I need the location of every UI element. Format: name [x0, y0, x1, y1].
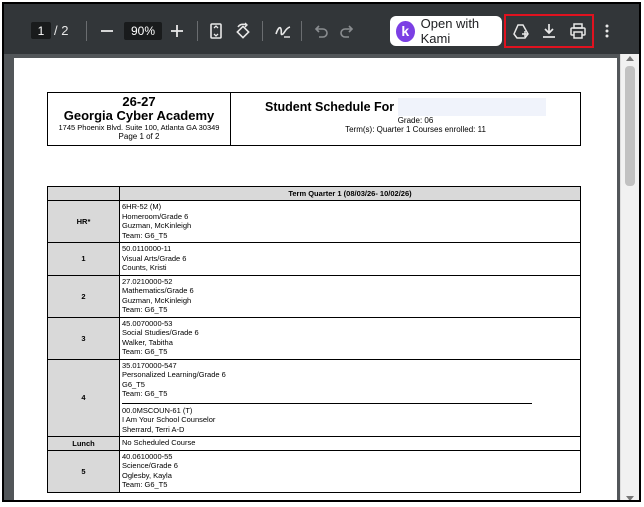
course-line: 27.0210000-52 — [122, 276, 173, 286]
table-row: 4 35.0170000-547 Personalized Learning/Gra… — [47, 358, 581, 437]
save-to-drive-icon[interactable] — [510, 20, 532, 42]
toolbar-divider — [262, 21, 263, 41]
course-line: Walker, Tabitha — [122, 337, 173, 347]
course-line: Counts, Kristi — [122, 263, 167, 272]
course-line: Sherrard, Terri A-D — [122, 424, 185, 434]
course-line: Team: G6_T5 — [122, 305, 168, 314]
undo-icon[interactable] — [310, 20, 332, 42]
secondary-course: 00.0MSCOUN-61 (T) I Am Your School Counse… — [122, 402, 532, 435]
zoom-out-icon[interactable] — [96, 20, 118, 42]
vertical-scrollbar[interactable] — [620, 54, 639, 500]
open-with-kami-label: Open with Kami — [420, 16, 480, 46]
period-cell: 5 — [47, 449, 120, 493]
school-year: 26-27 — [122, 94, 156, 109]
toolbar-divider — [86, 21, 87, 41]
more-options-icon[interactable] — [596, 20, 618, 42]
period-cell: HR* — [47, 200, 120, 243]
course-line: 6HR-52 (M) — [122, 202, 162, 211]
course-line: Social Studies/Grade 6 — [122, 328, 199, 337]
period-cell: 2 — [47, 274, 120, 318]
course-line: Mathematics/Grade 6 — [122, 286, 194, 295]
course-line: Oglesby, Kayla — [122, 470, 172, 480]
pdf-toolbar: 1 / 2 90% k Open with Kami — [4, 4, 639, 54]
course-line: Team: G6_T5 — [122, 230, 168, 240]
schedule-title: Student Schedule For — [265, 100, 395, 114]
course-line: 35.0170000-547 — [122, 360, 177, 370]
schedule-header: 26-27 Georgia Cyber Academy 1745 Phoenix… — [47, 92, 581, 146]
course-line: Guzman, McKinleigh — [122, 221, 192, 230]
table-row: 3 45.0070000-53 Social Studies/Grade 6 Walk… — [47, 316, 581, 360]
table-row: 1 50.0110000-11 Visual Arts/Grade 6 Counts,… — [47, 242, 581, 276]
zoom-in-icon[interactable] — [166, 20, 188, 42]
course-info-cell: 45.0070000-53 Social Studies/Grade 6 Walke… — [119, 316, 581, 360]
pdf-page: 26-27 Georgia Cyber Academy 1745 Phoenix… — [14, 58, 617, 500]
course-info-cell: 27.0210000-52 Mathematics/Grade 6 Guzman, … — [119, 274, 581, 318]
student-grade: Grade: 06 — [397, 116, 434, 125]
course-line: 45.0070000-53 — [122, 318, 173, 328]
pdf-viewer-window: 1 / 2 90% k Open with Kami 26-27 Georgia… — [2, 2, 641, 502]
document-viewport: 26-27 Georgia Cyber Academy 1745 Phoenix… — [4, 54, 639, 500]
course-line: I Am Your School Counselor — [122, 415, 216, 424]
course-line: Science/Grade 6 — [122, 461, 178, 470]
schedule-table: Term Quarter 1 (08/03/26- 10/02/26) HR* 6… — [47, 186, 581, 493]
course-info-cell: 35.0170000-547 Personalized Learning/Grad… — [119, 358, 581, 437]
redacted-student-name — [398, 98, 546, 116]
school-name: Georgia Cyber Academy — [63, 108, 215, 123]
course-line: G6_T5 — [122, 379, 145, 389]
student-info: Student Schedule For Grade: 06 Term(s): … — [231, 93, 580, 145]
course-info-cell: No Scheduled Course — [119, 436, 581, 451]
course-line: Team: G6_T5 — [122, 347, 168, 356]
fit-to-page-icon[interactable] — [205, 20, 227, 42]
scroll-up-icon[interactable] — [626, 56, 634, 61]
course-line: 40.0610000-55 — [122, 451, 173, 461]
toolbar-divider — [197, 21, 198, 41]
course-line: No Scheduled Course — [122, 438, 196, 447]
page-total: / 2 — [54, 23, 69, 38]
table-row: 5 40.0610000-55 Science/Grade 6 Oglesby, Ka… — [47, 449, 581, 493]
scroll-down-icon[interactable] — [626, 496, 634, 500]
period-header-cell — [47, 186, 120, 201]
course-info-cell: 6HR-52 (M) Homeroom/Grade 6 Guzman, McKinl… — [119, 200, 581, 243]
course-line: Team: G6_T5 — [122, 389, 168, 398]
school-info: 26-27 Georgia Cyber Academy 1745 Phoenix… — [48, 93, 231, 145]
open-with-kami-button[interactable]: k Open with Kami — [390, 16, 502, 46]
table-row: Lunch No Scheduled Course — [47, 436, 581, 451]
period-cell: 1 — [47, 242, 120, 276]
rotate-icon[interactable] — [232, 20, 254, 42]
page-label: Page 1 of 2 — [118, 132, 160, 141]
kami-logo-icon: k — [396, 20, 415, 42]
redo-icon[interactable] — [336, 20, 358, 42]
draw-annotation-icon[interactable] — [272, 20, 294, 42]
table-header-row: Term Quarter 1 (08/03/26- 10/02/26) — [47, 186, 581, 201]
toolbar-divider — [301, 21, 302, 41]
zoom-level-input[interactable]: 90% — [124, 22, 162, 40]
page-number-input[interactable]: 1 — [31, 22, 51, 39]
school-address: 1745 Phoenix Blvd. Suite 100, Atlanta GA… — [58, 123, 220, 132]
download-icon[interactable] — [538, 20, 560, 42]
course-info-cell: 50.0110000-11 Visual Arts/Grade 6 Counts, … — [119, 242, 581, 276]
print-icon[interactable] — [567, 20, 589, 42]
table-row: HR* 6HR-52 (M) Homeroom/Grade 6 Guzman, McK… — [47, 200, 581, 243]
course-line: 00.0MSCOUN-61 (T) — [122, 405, 193, 415]
period-cell: 3 — [47, 316, 120, 360]
course-line: Guzman, McKinleigh — [122, 295, 192, 305]
period-cell: 4 — [47, 358, 120, 437]
course-line: Team: G6_T5 — [122, 480, 168, 489]
period-cell: Lunch — [47, 436, 120, 451]
course-line: Personalized Learning/Grade 6 — [122, 370, 226, 379]
course-line: 50.0110000-11 — [122, 244, 172, 253]
table-row: 2 27.0210000-52 Mathematics/Grade 6 Guzman,… — [47, 274, 581, 318]
scrollbar-thumb[interactable] — [625, 66, 635, 186]
course-line: Visual Arts/Grade 6 — [122, 253, 187, 263]
course-line: Homeroom/Grade 6 — [122, 211, 189, 221]
course-info-cell: 40.0610000-55 Science/Grade 6 Oglesby, Kay… — [119, 449, 581, 493]
term-header: Term Quarter 1 (08/03/26- 10/02/26) — [119, 186, 581, 201]
term-info: Term(s): Quarter 1 Courses enrolled: 11 — [345, 125, 486, 134]
